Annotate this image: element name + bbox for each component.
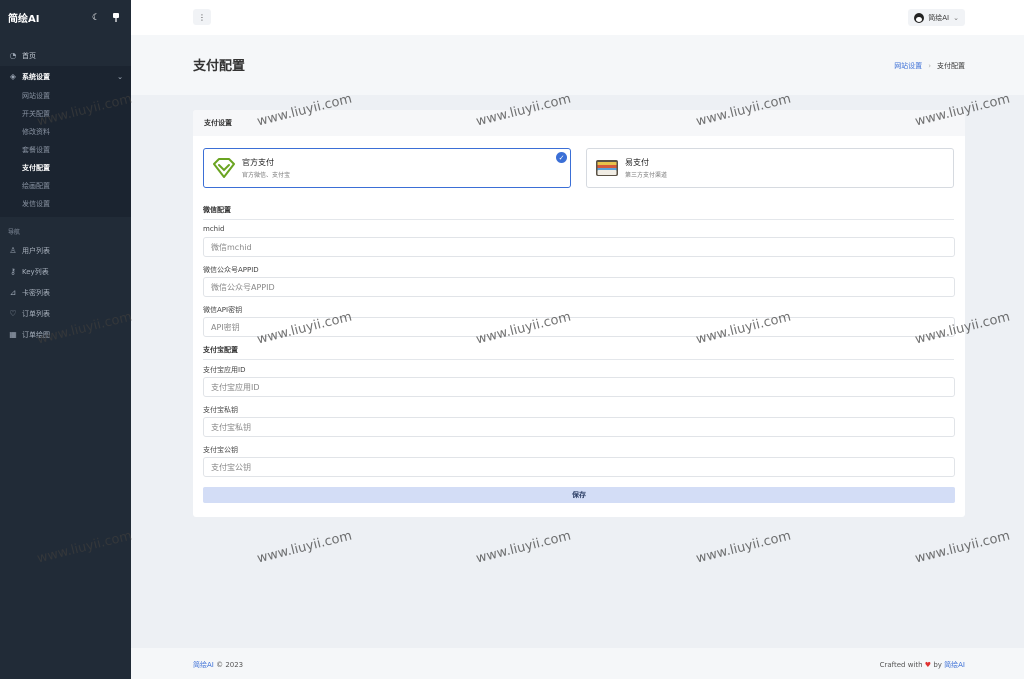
sidebar-subitem-drawing-config[interactable]: 绘画配置 <box>0 177 131 195</box>
breadcrumb-link-site-settings[interactable]: 网站设置 <box>894 61 922 71</box>
watermark: www.liuyii.com <box>255 528 354 567</box>
alipay-private-key-label: 支付宝私钥 <box>203 406 238 414</box>
alipay-appid-input[interactable] <box>203 377 955 397</box>
wechat-appid-label: 微信公众号APPID <box>203 266 259 274</box>
sidebar-item-label: 用户列表 <box>22 246 50 255</box>
payment-option-desc: 第三方支付渠道 <box>625 172 668 179</box>
payment-option-desc: 官方微信、支付宝 <box>242 172 291 179</box>
mchid-label: mchid <box>203 225 225 233</box>
sidebar-section-title: 导航 <box>8 229 21 236</box>
alipay-public-key-label: 支付宝公钥 <box>203 446 238 454</box>
heart-icon: ♥ <box>924 661 932 669</box>
copyright-text: © 2023 <box>216 661 244 669</box>
breadcrumb: 网站设置 › 支付配置 <box>894 61 965 71</box>
sidebar-item-users[interactable]: ♙ 用户列表 <box>0 240 131 261</box>
sidebar-item-home[interactable]: ◔ 首页 <box>0 45 131 66</box>
heart-icon: ♡ <box>9 309 17 318</box>
payment-option-title: 官方支付 <box>242 158 274 167</box>
crafted-text: Crafted with <box>879 661 923 669</box>
vertical-dots-icon: ⋮ <box>198 12 206 22</box>
image-icon: ▦ <box>9 330 17 339</box>
check-circle-icon: ✓ <box>556 152 567 163</box>
layers-icon: ◈ <box>9 72 17 81</box>
user-name: 简绘AI <box>928 13 950 22</box>
wechat-api-key-label: 微信API密钥 <box>203 306 243 314</box>
save-button[interactable]: 保存 <box>203 487 955 503</box>
sidebar-item-keys[interactable]: ⚷ Key列表 <box>0 261 131 282</box>
sidebar-subitem-edit-profile[interactable]: 修改资料 <box>0 123 131 141</box>
sidebar-item-label: 首页 <box>22 51 36 60</box>
alipay-private-key-input[interactable] <box>203 417 955 437</box>
sidebar-subitem-package-settings[interactable]: 套餐设置 <box>0 141 131 159</box>
payment-option-official[interactable]: 官方支付 官方微信、支付宝 ✓ <box>203 148 571 188</box>
breadcrumb-current: 支付配置 <box>937 62 965 70</box>
sidebar-item-label: 卡密列表 <box>22 288 50 297</box>
more-menu-button[interactable]: ⋮ <box>193 9 211 25</box>
page-title: 支付配置 <box>193 59 246 74</box>
pin-icon[interactable] <box>109 11 123 25</box>
sidebar-item-label: Key列表 <box>22 267 49 276</box>
wallet-icon <box>595 157 619 179</box>
sidebar-item-system-settings[interactable]: ◈ 系统设置 ⌄ <box>0 66 131 87</box>
sidebar-nav: ◔ 首页 ◈ 系统设置 ⌄ 网站设置 开关配置 修改资料 套餐设置 支付配置 绘… <box>0 45 131 345</box>
moon-icon[interactable]: ☾ <box>89 11 103 25</box>
top-bar: ⋮ 简绘AI ⌄ <box>131 0 1024 35</box>
sidebar-item-label: 订单列表 <box>22 309 50 318</box>
mchid-input[interactable] <box>203 237 955 257</box>
by-text: by <box>933 661 942 669</box>
wechat-appid-input[interactable] <box>203 277 955 297</box>
payment-option-epay[interactable]: 易支付 第三方支付渠道 <box>586 148 954 188</box>
footer-author-link[interactable]: 简绘AI <box>944 661 965 669</box>
footer: 简绘AI © 2023 Crafted with ♥ by 简绘AI <box>131 648 1024 679</box>
sidebar-subitem-payment-config[interactable]: 支付配置 <box>0 159 131 177</box>
watermark: www.liuyii.com <box>474 528 573 567</box>
footer-credit: Crafted with ♥ by 简绘AI <box>880 660 965 670</box>
brand-bar: 简绘AI ☾ <box>0 0 131 35</box>
alipay-config-section-title: 支付宝配置 <box>203 345 954 360</box>
footer-brand-link[interactable]: 简绘AI <box>193 661 214 669</box>
wechat-config-section-title: 微信配置 <box>203 205 954 220</box>
alipay-public-key-input[interactable] <box>203 457 955 477</box>
chevron-down-icon: ⌄ <box>117 72 123 81</box>
sidebar-item-cards[interactable]: ⊿ 卡密列表 <box>0 282 131 303</box>
diamond-icon <box>212 157 236 179</box>
footer-copyright: 简绘AI © 2023 <box>193 660 243 670</box>
payment-option-title: 易支付 <box>625 158 649 167</box>
user-menu-button[interactable]: 简绘AI ⌄ <box>908 9 965 26</box>
page-header: 支付配置 网站设置 › 支付配置 <box>131 35 1024 95</box>
user-icon: ♙ <box>9 246 17 255</box>
sidebar-item-label: 系统设置 <box>22 72 50 81</box>
brand-logo-text: 简绘AI <box>8 14 40 25</box>
watermark: www.liuyii.com <box>694 528 793 567</box>
dashboard-icon: ◔ <box>9 51 17 60</box>
chevron-right-icon: › <box>928 62 931 70</box>
key-icon: ⚷ <box>10 267 16 276</box>
alipay-appid-label: 支付宝应用ID <box>203 366 246 374</box>
payment-settings-card: 支付设置 官方支付 官方微信、支付宝 ✓ 易支付 第三方支付渠道 微信配置 mc… <box>193 110 965 517</box>
sidebar-subitem-mail-settings[interactable]: 发信设置 <box>0 195 131 213</box>
card-icon: ⊿ <box>9 288 17 297</box>
avatar <box>914 12 925 23</box>
chevron-down-icon: ⌄ <box>953 13 959 22</box>
watermark: www.liuyii.com <box>913 528 1012 567</box>
